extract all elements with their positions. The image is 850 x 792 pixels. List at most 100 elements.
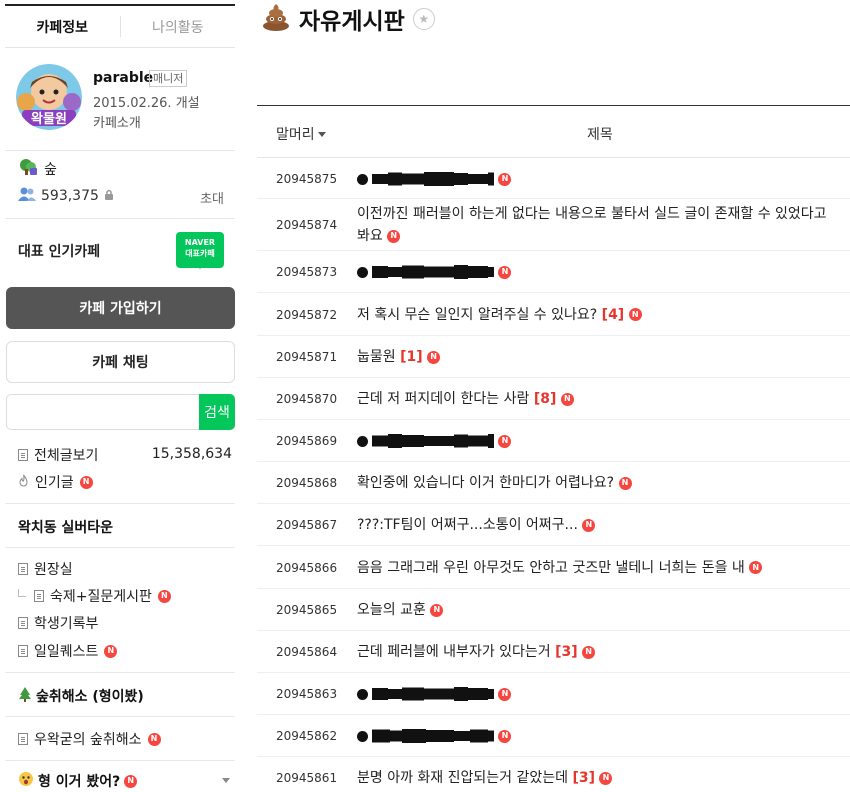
new-badge: N [498, 172, 512, 186]
divider [5, 218, 235, 219]
menu-item-principal[interactable]: 원장실 [18, 559, 73, 579]
popular-posts-link[interactable]: 인기글 N [18, 472, 93, 492]
table-row[interactable]: 20945861 분명 아까 화재 진압되는거 같았는데 [3] N [257, 757, 850, 792]
naver-rep-badge[interactable]: NAVER 대표카페 [176, 232, 224, 269]
tab-cafe-info[interactable]: 카페정보 [5, 6, 120, 47]
post-title-link[interactable]: N [357, 261, 837, 283]
comment-count[interactable]: [1] [400, 349, 423, 365]
menu-item-label: 일일퀘스트 [34, 644, 99, 660]
table-row[interactable]: 20945875 N [257, 159, 850, 199]
bullet-dot [357, 435, 368, 447]
table-header: 말머리 제목 [257, 106, 850, 158]
post-title-link[interactable]: ???:TF팀이 어쩌구...소통이 어쩌구... N [357, 514, 837, 536]
table-row[interactable]: 20945872 저 혹시 무슨 일인지 알려주실 수 있나요? [4] N [257, 293, 850, 336]
chevron-down-icon[interactable] [222, 778, 230, 783]
document-icon [18, 449, 28, 461]
comment-count[interactable]: [4] [602, 307, 625, 323]
redaction-block [426, 730, 454, 742]
post-title-link[interactable]: 오늘의 교훈 N [357, 599, 837, 621]
post-title-link[interactable]: 음음 그래그래 우린 아무것도 안하고 굿즈만 낼테니 너희는 돈을 내 N [357, 557, 837, 579]
post-title-link[interactable]: 저 혹시 무슨 일인지 알려주실 수 있나요? [4] N [357, 304, 837, 326]
table-row[interactable]: 20945866 음음 그래그래 우린 아무것도 안하고 굿즈만 낼테니 너희는 … [257, 546, 850, 589]
table-row[interactable]: 20945869 N [257, 420, 850, 462]
redacted-title [357, 728, 494, 744]
rep-cafe-label: 대표 인기카페 [18, 244, 101, 260]
table-row[interactable]: 20945863 N [257, 673, 850, 715]
new-badge: N [628, 308, 642, 321]
table-row[interactable]: 20945871 눕물원 [1] N [257, 336, 850, 378]
divider [5, 760, 235, 761]
bullet-dot [357, 173, 368, 185]
manager-name[interactable]: parable [93, 70, 153, 86]
menu-item-daily-quest[interactable]: 일일퀘스트 N [18, 641, 118, 661]
post-title-link[interactable]: N [357, 168, 837, 190]
redaction-block [454, 731, 470, 741]
menu-item-student-record[interactable]: 학생기록부 [18, 613, 98, 633]
cafe-chat-button[interactable]: 카페 채팅 [6, 341, 235, 383]
search-button[interactable]: 검색 [199, 394, 235, 430]
menu-section-title[interactable]: 왁치동 실버타운 [18, 517, 113, 537]
redaction-bar [372, 434, 494, 448]
new-badge: N [498, 265, 512, 279]
invite-link[interactable]: 초대 [200, 188, 224, 207]
menu-item-label: 우왁굳의 숲취해소 [34, 732, 142, 748]
join-cafe-button[interactable]: 카페 가입하기 [6, 287, 235, 329]
menu-item-homework-board[interactable]: 숙제+질문게시판 N [18, 586, 171, 606]
star-icon: ★ [418, 12, 430, 26]
post-title-link[interactable]: N [357, 725, 837, 747]
new-badge: N [427, 350, 441, 364]
cafe-grade[interactable]: 숲 [18, 158, 57, 180]
redaction-block [470, 729, 488, 743]
bullet-dot [357, 266, 368, 278]
cafe-avatar[interactable]: 왁물원 [16, 64, 82, 130]
post-title-link[interactable]: 확인중에 있습니다 이거 한마디가 어렵나요? N [357, 472, 837, 494]
post-title-text: 저 혹시 무슨 일인지 알려주실 수 있나요? [357, 306, 598, 323]
table-row[interactable]: 20945873 N [257, 251, 850, 293]
table-row[interactable]: 20945862 N [257, 715, 850, 757]
table-row[interactable]: 20945867 ???:TF팀이 어쩌구...소통이 어쩌구... N [257, 504, 850, 546]
post-title-link[interactable]: 분명 아까 화재 진압되는거 같았는데 [3] N [357, 767, 837, 789]
new-badge: N [498, 434, 512, 448]
popular-label: 인기글 [35, 475, 74, 491]
manager-badge: 매니저 [149, 70, 188, 87]
menu-section-title[interactable]: 형 이거 봤어? N [18, 771, 138, 791]
table-row[interactable]: 20945868 확인중에 있습니다 이거 한마디가 어렵나요? N [257, 462, 850, 504]
tab-my-activity[interactable]: 나의활동 [121, 6, 236, 47]
comment-count[interactable]: [3] [555, 644, 578, 660]
post-title-text: 음음 그래그래 우린 아무것도 안하고 굿즈만 낼테니 너희는 돈을 내 [357, 559, 745, 576]
menu-item-wowakgood[interactable]: 우왁굳의 숲취해소 N [18, 729, 161, 749]
redaction-block [402, 435, 424, 447]
redaction-bar [372, 172, 494, 186]
post-number: 20945862 [276, 729, 338, 743]
redaction-block [488, 689, 494, 699]
post-title-text: 오늘의 교훈 [357, 602, 426, 618]
new-badge: N [582, 645, 596, 659]
table-row[interactable]: 20945865 오늘의 교훈 N [257, 589, 850, 631]
menu-section-title[interactable]: 숲취해소 (형이봤) [18, 686, 144, 706]
post-title-link[interactable]: 이전까진 패러블이 하는게 없다는 내용으로 불타서 실드 글이 존재할 수 있… [357, 203, 837, 247]
member-count[interactable]: 593,375 [18, 187, 114, 205]
post-title-link[interactable]: N [357, 430, 837, 452]
post-title-link[interactable]: 근데 저 퍼지데이 한다는 사람 [8] N [357, 388, 837, 410]
comment-count[interactable]: [8] [534, 391, 557, 407]
post-number: 20945863 [276, 687, 338, 701]
post-title-link[interactable]: N [357, 683, 837, 705]
tree-icon [18, 158, 38, 180]
redaction-block [488, 267, 494, 277]
post-title-link[interactable]: 눕물원 [1] N [357, 346, 837, 368]
post-title-link[interactable]: 근데 페러블에 내부자가 있다는거 [3] N [357, 641, 837, 663]
cafe-intro-link[interactable]: 카페소개 [93, 112, 141, 131]
redaction-block [402, 729, 426, 743]
document-icon [34, 590, 44, 602]
post-number: 20945875 [276, 172, 338, 186]
table-row[interactable]: 20945870 근데 저 퍼지데이 한다는 사람 [8] N [257, 378, 850, 420]
redaction-block [488, 172, 494, 186]
search-input[interactable] [6, 394, 199, 430]
redaction-bar [372, 687, 494, 701]
comment-count[interactable]: [3] [572, 770, 595, 786]
favorite-star-button[interactable]: ★ [412, 8, 435, 30]
redaction-block [454, 687, 468, 701]
table-row[interactable]: 20945864 근데 페러블에 내부자가 있다는거 [3] N [257, 631, 850, 673]
table-row[interactable]: 20945874 이전까진 패러블이 하는게 없다는 내용으로 불타서 실드 글이… [257, 199, 850, 251]
column-head-filter[interactable]: 말머리 [276, 124, 326, 144]
